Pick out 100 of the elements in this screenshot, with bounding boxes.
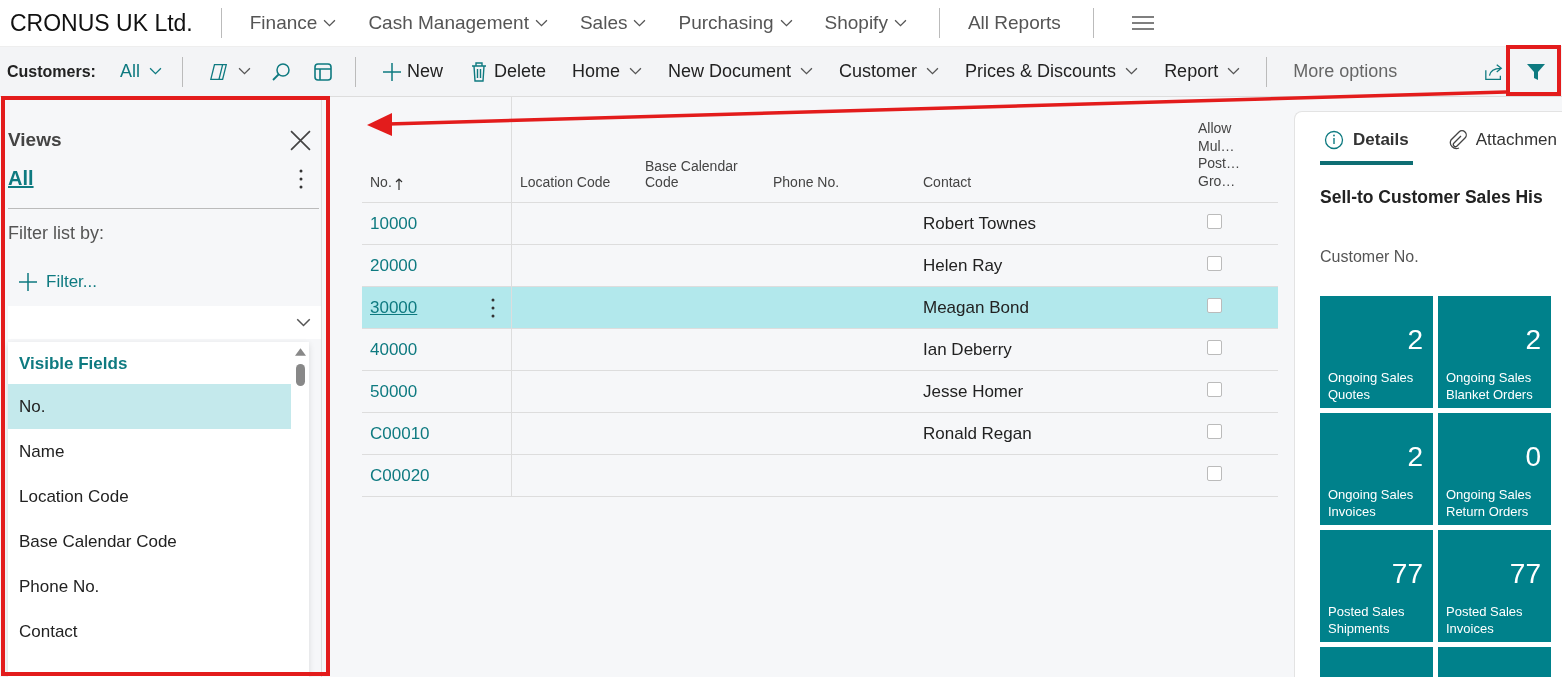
table-cell: Jesse Homer: [915, 371, 1190, 413]
dropdown-option[interactable]: Contact: [8, 609, 291, 654]
info-icon: [1324, 130, 1344, 150]
chevron-down-icon: [296, 317, 311, 328]
nav-menu[interactable]: Cash Management: [368, 12, 548, 34]
cue-tile[interactable]: 2 Ongoing Sales Invoices: [1320, 413, 1433, 525]
customer-number-link[interactable]: 30000: [370, 297, 418, 318]
layout-icon[interactable]: [312, 61, 333, 82]
table-cell: Ian Deberry: [915, 329, 1190, 371]
column-header[interactable]: Base Calendar Code: [637, 97, 765, 203]
view-selector[interactable]: All: [119, 61, 162, 82]
more-icon[interactable]: [491, 297, 495, 318]
chevron-down-icon: [629, 67, 642, 76]
group-heading: Visible Fields: [18, 353, 129, 375]
add-filter-button[interactable]: Filter...: [18, 272, 321, 292]
checkbox[interactable]: [1207, 382, 1222, 397]
section-heading: Sell-to Customer Sales His: [1320, 187, 1544, 208]
filter-icon[interactable]: [1526, 61, 1546, 82]
dropdown-option[interactable]: Base Calendar Code: [8, 519, 291, 564]
filter-heading: Filter list by:: [8, 223, 105, 244]
checkbox[interactable]: [1207, 214, 1222, 229]
nav-menu[interactable]: Finance: [249, 12, 337, 34]
cue-tile[interactable]: 2 Ongoing Sales Quotes: [1320, 296, 1433, 408]
customer-number-link[interactable]: 20000: [370, 255, 418, 276]
dropdown-option[interactable]: No.: [8, 384, 291, 429]
column-header[interactable]: Allow Mul… Post… Gro…: [1190, 97, 1278, 203]
tile-value: 2: [1407, 324, 1423, 357]
toolbar-button[interactable]: New: [381, 61, 443, 82]
checkbox[interactable]: [1207, 298, 1222, 313]
dropdown-option[interactable]: Phone No.: [8, 564, 291, 609]
tile-value: 77: [1391, 558, 1423, 591]
checkbox[interactable]: [1207, 340, 1222, 355]
toolbar-button[interactable]: Prices & Discounts: [965, 61, 1139, 82]
cue-tile[interactable]: 77 Posted Sales Shipments: [1320, 530, 1433, 642]
scroll-thumb[interactable]: [295, 364, 305, 386]
nav-link[interactable]: All Reports: [967, 12, 1061, 34]
tile-value: 0: [1525, 441, 1541, 474]
search-icon[interactable]: [270, 61, 291, 82]
menu-icon[interactable]: [1131, 16, 1154, 30]
cue-tile[interactable]: 0 Ongoing Sales Return Orders: [1438, 413, 1551, 525]
chevron-down-icon: [893, 18, 907, 28]
toolbar-button[interactable]: Report: [1164, 61, 1241, 82]
more-options-button[interactable]: More options: [1293, 61, 1398, 82]
copilot-button[interactable]: [208, 61, 251, 82]
chevron-down-icon: [323, 18, 337, 28]
tile-label: Ongoing Sales Invoices: [1328, 487, 1415, 521]
more-icon[interactable]: [299, 168, 303, 189]
chevron-down-icon: [1227, 67, 1241, 76]
scroll-up-icon[interactable]: [294, 348, 306, 356]
field-dropdown[interactable]: [8, 306, 321, 339]
tile-value: 77: [1509, 558, 1541, 591]
cue-tile[interactable]: 77 Posted Sales Invoices: [1438, 530, 1551, 642]
checkbox[interactable]: [1207, 256, 1222, 271]
toolbar-button[interactable]: Customer: [839, 61, 940, 82]
tile-label: Ongoing Sales Return Orders: [1446, 487, 1533, 521]
tile-value: 2: [1525, 324, 1541, 357]
tile-label: Ongoing Sales Blanket Orders: [1446, 370, 1534, 404]
dropdown-option[interactable]: Location Code: [8, 474, 291, 519]
column-header[interactable]: Contact: [915, 97, 1190, 203]
chevron-down-icon: [926, 67, 940, 76]
customer-number-link[interactable]: 40000: [370, 339, 418, 360]
nav-menu[interactable]: Sales: [579, 12, 647, 34]
customer-number-link[interactable]: C00010: [370, 423, 430, 444]
close-icon[interactable]: [290, 129, 311, 151]
table-cell: Ronald Regan: [915, 413, 1190, 455]
nav-menu[interactable]: Shopify: [824, 12, 907, 34]
views-title: Views: [8, 129, 62, 151]
chevron-down-icon: [633, 18, 647, 28]
copilot-icon: [208, 61, 229, 82]
toolbar-button[interactable]: New Document: [668, 61, 814, 82]
column-header[interactable]: Location Code: [512, 97, 637, 203]
view-link[interactable]: All: [8, 167, 34, 190]
tile-label: Posted Sales Shipments: [1328, 604, 1406, 638]
checkbox[interactable]: [1207, 466, 1222, 481]
tile-label: Posted Sales Invoices: [1446, 604, 1524, 638]
chevron-down-icon: [237, 67, 251, 76]
field-label: Customer No.: [1320, 248, 1420, 266]
table-cell: Meagan Bond: [915, 287, 1190, 329]
company-name[interactable]: CRONUS UK Ltd.: [10, 9, 193, 37]
nav-menu[interactable]: Purchasing: [678, 12, 793, 34]
chevron-down-icon: [534, 18, 548, 28]
toolbar-button[interactable]: Home: [571, 61, 642, 82]
chevron-down-icon: [148, 67, 162, 76]
factbox-tab[interactable]: Attachmen: [1442, 130, 1561, 165]
checkbox[interactable]: [1207, 424, 1222, 439]
tile-value: 2: [1407, 441, 1423, 474]
plus-icon: [381, 61, 402, 82]
cue-tile[interactable]: 2 Ongoing Sales Blanket Orders: [1438, 296, 1551, 408]
dropdown-option[interactable]: Name: [8, 429, 291, 474]
chevron-down-icon: [800, 67, 814, 76]
plus-icon: [18, 272, 38, 292]
factbox-tab[interactable]: Details: [1320, 130, 1413, 165]
toolbar-button[interactable]: Delete: [468, 61, 546, 82]
table-cell: Robert Townes: [915, 203, 1190, 245]
customer-number-link[interactable]: 10000: [370, 213, 418, 234]
chevron-down-icon: [1125, 67, 1139, 76]
customer-number-link[interactable]: C00020: [370, 465, 430, 486]
column-header[interactable]: Phone No.: [765, 97, 915, 203]
chevron-down-icon: [779, 18, 793, 28]
customer-number-link[interactable]: 50000: [370, 381, 418, 402]
